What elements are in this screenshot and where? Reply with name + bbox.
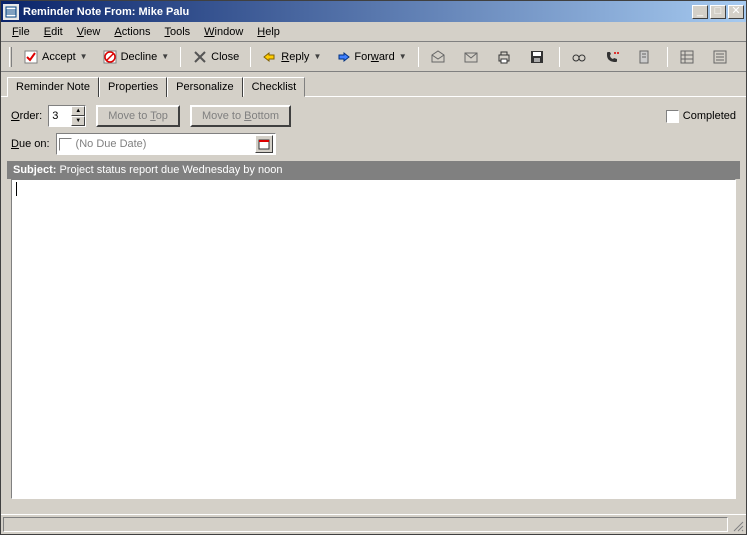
tab-bar: Reminder Note Properties Personalize Che… xyxy=(1,72,746,96)
view2-button[interactable] xyxy=(706,46,737,68)
due-date-checkbox[interactable] xyxy=(59,138,72,151)
completed-label: Completed xyxy=(683,110,736,122)
reply-button[interactable]: Reply ▼ xyxy=(256,46,327,68)
app-icon xyxy=(3,4,19,20)
order-input-wrapper: ▲ ▼ xyxy=(48,105,86,127)
window-title: Reminder Note From: Mike Palu xyxy=(23,6,690,18)
print-icon xyxy=(496,49,512,65)
due-on-label: Due on: xyxy=(11,138,50,150)
tab-reminder-note[interactable]: Reminder Note xyxy=(7,77,99,97)
close-icon xyxy=(192,49,208,65)
tab-personalize[interactable]: Personalize xyxy=(167,77,242,97)
envelope-open-icon xyxy=(430,49,446,65)
resize-grip[interactable] xyxy=(730,515,746,534)
decline-dropdown-icon[interactable]: ▼ xyxy=(161,52,169,61)
title-bar: Reminder Note From: Mike Palu _ □ ✕ xyxy=(1,1,746,22)
note-editor[interactable] xyxy=(11,179,736,499)
close-window-button[interactable]: ✕ xyxy=(728,5,744,19)
read-button[interactable] xyxy=(457,46,488,68)
minimize-button[interactable]: _ xyxy=(692,5,708,19)
forward-label: Forward xyxy=(354,51,394,63)
toolbar-separator xyxy=(559,47,560,67)
menu-view[interactable]: View xyxy=(70,24,108,40)
list-icon xyxy=(712,49,728,65)
subject-bar: Subject: Project status report due Wedne… xyxy=(7,161,740,179)
status-panel xyxy=(3,517,728,532)
decline-icon xyxy=(102,49,118,65)
calendar-icon xyxy=(258,138,270,150)
menu-bar: File Edit View Actions Tools Window Help xyxy=(1,22,746,42)
view1-button[interactable] xyxy=(673,46,704,68)
save-icon xyxy=(529,49,545,65)
menu-window[interactable]: Window xyxy=(197,24,250,40)
glasses-icon xyxy=(571,49,587,65)
decline-label: Decline xyxy=(121,51,158,63)
accept-label: Accept xyxy=(42,51,76,63)
phone-button[interactable] xyxy=(598,46,629,68)
forward-dropdown-icon[interactable]: ▼ xyxy=(399,52,407,61)
subject-label: Subject: xyxy=(13,164,56,176)
print-button[interactable] xyxy=(490,46,521,68)
toolbar-handle[interactable] xyxy=(9,47,12,67)
save-button[interactable] xyxy=(523,46,554,68)
menu-tools[interactable]: Tools xyxy=(157,24,197,40)
order-label: Order: xyxy=(11,110,42,122)
toolbar-separator xyxy=(180,47,181,67)
menu-actions[interactable]: Actions xyxy=(107,24,157,40)
phone-icon xyxy=(604,49,620,65)
decline-button[interactable]: Decline ▼ xyxy=(96,46,176,68)
accept-dropdown-icon[interactable]: ▼ xyxy=(80,52,88,61)
order-spinner: ▲ ▼ xyxy=(71,106,85,126)
due-date-field[interactable]: (No Due Date) xyxy=(56,133,276,155)
forward-button[interactable]: Forward ▼ xyxy=(329,46,412,68)
due-date-placeholder: (No Due Date) xyxy=(76,138,255,150)
completed-checkbox[interactable] xyxy=(666,110,679,123)
text-cursor xyxy=(16,182,17,196)
grid-icon xyxy=(679,49,695,65)
status-bar xyxy=(1,514,746,534)
calendar-button[interactable] xyxy=(255,135,273,153)
menu-help[interactable]: Help xyxy=(250,24,287,40)
order-input[interactable] xyxy=(49,106,71,126)
order-down-button[interactable]: ▼ xyxy=(71,116,85,126)
flag-button[interactable] xyxy=(631,46,662,68)
reply-dropdown-icon[interactable]: ▼ xyxy=(313,52,321,61)
menu-edit[interactable]: Edit xyxy=(37,24,70,40)
reply-icon xyxy=(262,49,278,65)
menu-file[interactable]: File xyxy=(5,24,37,40)
checklist-panel: Order: ▲ ▼ Move to Top Move to Bottom Co… xyxy=(1,96,746,507)
tab-checklist[interactable]: Checklist xyxy=(243,77,306,97)
subject-text: Project status report due Wednesday by n… xyxy=(59,164,282,176)
flag-icon xyxy=(637,49,653,65)
envelope-icon xyxy=(463,49,479,65)
move-to-top-button[interactable]: Move to Top xyxy=(96,105,180,127)
read-later-button[interactable] xyxy=(424,46,455,68)
accept-button[interactable]: Accept ▼ xyxy=(17,46,94,68)
order-up-button[interactable]: ▲ xyxy=(71,106,85,116)
maximize-button[interactable]: □ xyxy=(710,5,726,19)
close-label: Close xyxy=(211,51,239,63)
reply-label: Reply xyxy=(281,51,309,63)
toolbar-separator xyxy=(667,47,668,67)
accept-icon xyxy=(23,49,39,65)
close-button[interactable]: Close xyxy=(186,46,245,68)
toolbar-separator xyxy=(250,47,251,67)
glasses-button[interactable] xyxy=(565,46,596,68)
forward-icon xyxy=(335,49,351,65)
toolbar: Accept ▼ Decline ▼ Close Reply ▼ Forward… xyxy=(1,42,746,72)
tab-properties[interactable]: Properties xyxy=(99,77,167,97)
move-to-bottom-button[interactable]: Move to Bottom xyxy=(190,105,291,127)
toolbar-separator xyxy=(418,47,419,67)
